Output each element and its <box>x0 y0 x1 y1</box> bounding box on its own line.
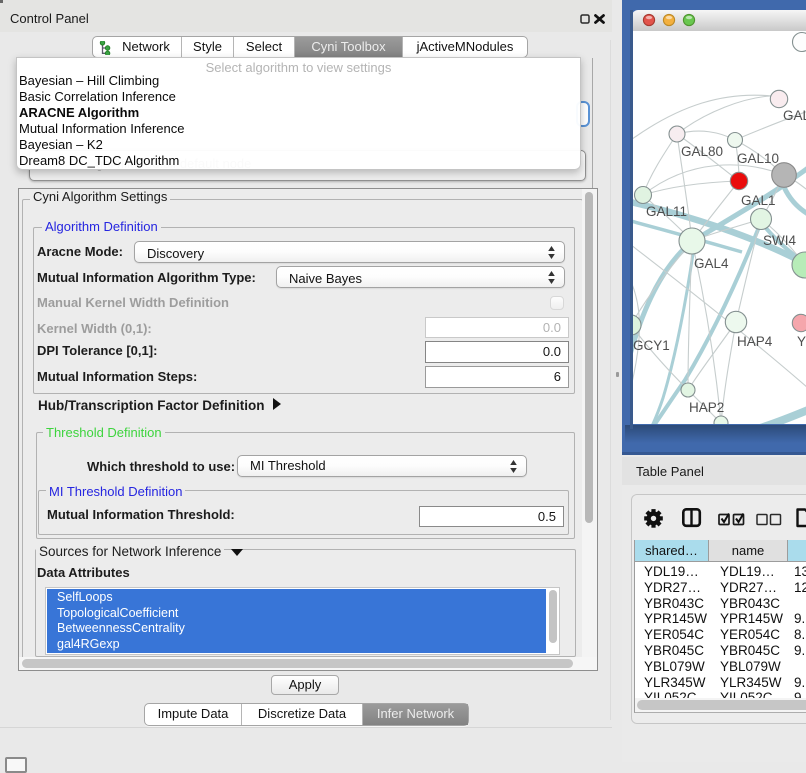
svg-text:GAL10: GAL10 <box>737 151 779 166</box>
svg-text:HAP4: HAP4 <box>737 334 773 349</box>
svg-text:GAL: GAL <box>783 108 806 123</box>
svg-text:GAL80: GAL80 <box>681 144 723 159</box>
svg-text:GAL4: GAL4 <box>694 256 729 271</box>
svg-text:GAL11: GAL11 <box>646 204 687 219</box>
svg-text:HAP2: HAP2 <box>689 400 724 415</box>
svg-text:GCY1: GCY1 <box>633 338 670 353</box>
svg-text:SWI4: SWI4 <box>763 233 796 248</box>
svg-text:Y: Y <box>797 334 806 349</box>
svg-text:GAL1: GAL1 <box>741 193 776 208</box>
